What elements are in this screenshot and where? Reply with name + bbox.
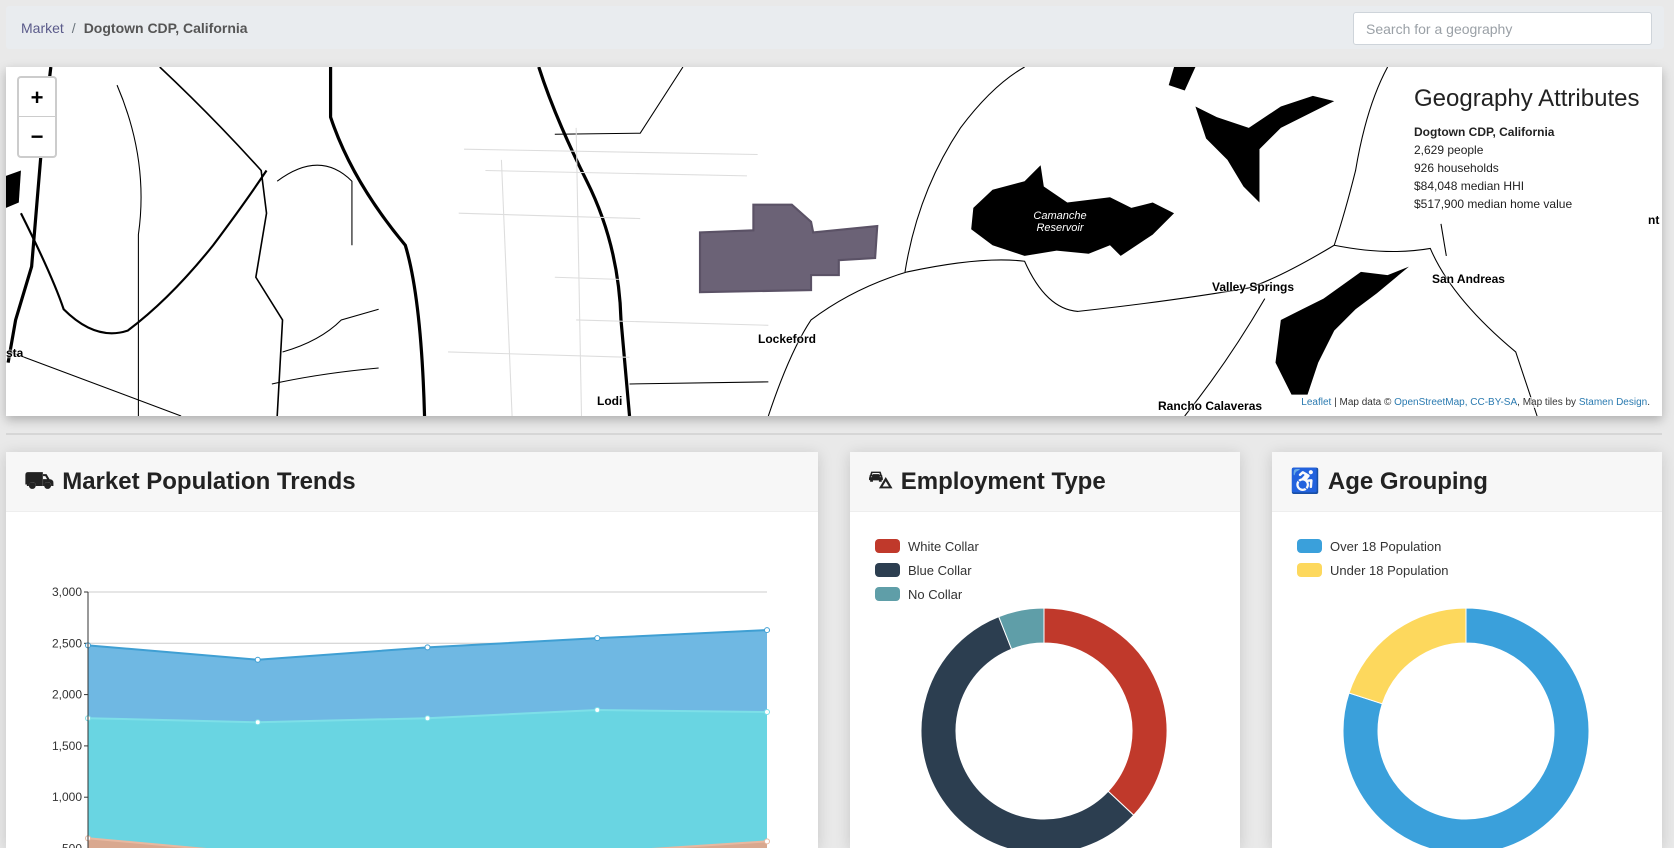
info-median-hhi: $84,048 median HHI [1414,179,1525,193]
data-point [594,706,601,713]
breadcrumb-separator: / [71,20,76,36]
zoom-out-button[interactable]: − [19,117,55,156]
y-tick-label: 1,500 [52,739,82,753]
y-tick-label: 2,500 [52,636,82,650]
map-label-lodi: Lodi [597,394,623,408]
data-point [764,709,770,716]
zoom-control: + − [17,76,57,158]
data-point [594,635,601,642]
map-label-camanche: Camanche Reservoir [1033,210,1087,234]
map-label-rancho-calaveras: Rancho Calaveras [1158,399,1263,413]
map-label-nt: nt [1648,213,1660,227]
employment-type-card: ⛍ Employment Type White Collar Blue Collar… [850,452,1240,848]
donut-slice-under-18-population [1348,607,1467,705]
card-header: ♿ Age Grouping [1272,452,1662,512]
leaflet-link[interactable]: Leaflet [1301,397,1331,408]
breadcrumb: Market / Dogtown CDP, California [21,20,248,36]
data-point [424,644,431,651]
age-donut-chart [1342,607,1590,848]
osm-link[interactable]: OpenStreetMap, CC-BY-SA [1394,397,1517,408]
people-carry-icon: ⛟ [24,466,55,494]
population-area-chart: 500 1,000 1,500 2,000 2,500 3,000 [52,585,770,848]
dolly-icon: ⛍ [868,466,893,494]
attribution-text: | Map data © [1331,397,1395,408]
selected-geography-region [698,203,879,294]
info-households: 926 households [1414,161,1499,175]
card-title: Age Grouping [1327,467,1488,495]
map-attribution: Leaflet | Map data © OpenStreetMap, CC-B… [1301,397,1650,408]
data-point [424,715,431,722]
divider [6,433,1662,435]
zoom-in-button[interactable]: + [19,78,55,117]
card-title: Market Population Trends [62,467,356,495]
map-label-san-andreas: San Andreas [1432,272,1505,286]
map[interactable]: + − Camanche Reservoir Valley Springs Sa… [6,67,1662,416]
geography-attributes-panel: Geography Attributes Dogtown CDP, Califo… [1414,85,1654,213]
attribution-text: . [1647,397,1650,408]
info-title: Geography Attributes [1414,85,1640,112]
population-trends-card: ⛟Market Population Trends 500 1,000 1,500 2… [6,452,818,848]
info-median-home-value: $517,900 median home value [1414,197,1573,211]
map-label-valley-springs: Valley Springs [1212,280,1295,294]
info-people: 2,629 people [1414,143,1484,157]
geography-search-input[interactable] [1353,12,1652,45]
y-tick-label: 500 [62,842,82,848]
stamen-link[interactable]: Stamen Design [1579,397,1647,408]
y-tick-label: 3,000 [52,585,82,599]
breadcrumb-current: Dogtown CDP, California [83,20,248,36]
y-tick-label: 1,000 [52,790,82,804]
info-geography-name: Dogtown CDP, California [1414,125,1555,139]
employment-donut-chart [920,607,1168,848]
card-header: ⛟ Market Population Trends [6,452,818,512]
attribution-text: , Map tiles by [1517,397,1579,408]
donut-slice-white-collar [1043,607,1168,816]
data-point [254,656,261,663]
breadcrumb-market-link[interactable]: Market [21,20,64,36]
data-point [764,838,770,845]
breadcrumb-bar: Market / Dogtown CDP, California [6,6,1664,49]
y-tick-label: 2,000 [52,688,82,702]
age-grouping-card: ♿ Age Grouping Over 18 Population Under 18… [1272,452,1662,848]
map-label-lockeford: Lockeford [758,332,817,346]
area-middle [88,709,767,848]
card-header: ⛍ Employment Type [850,452,1240,512]
data-point [254,719,261,726]
data-point [764,627,770,634]
card-title: Employment Type [900,467,1106,495]
wheelchair-icon: ♿ [1290,468,1320,495]
map-label-sta: sta [6,346,24,360]
